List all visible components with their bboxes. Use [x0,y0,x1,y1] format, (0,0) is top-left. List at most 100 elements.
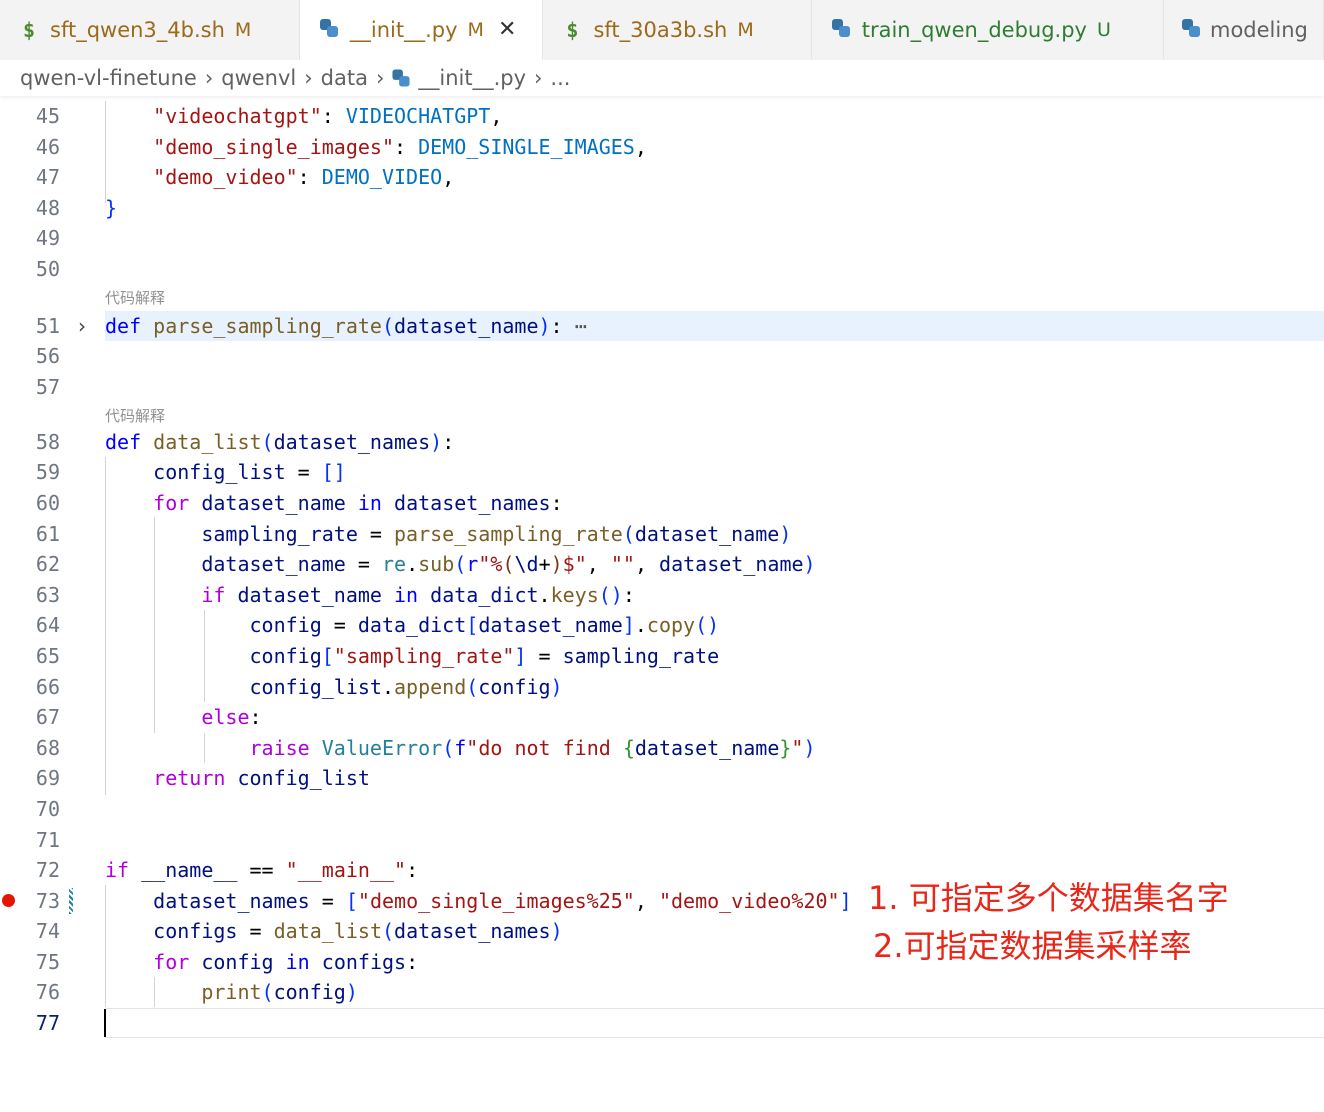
line-code: def parse_sampling_rate(dataset_name): ⋯ [105,314,587,338]
chevron-right-icon: › [534,66,543,90]
line-number: 59 [35,460,60,484]
editor-tab[interactable]: train_qwen_debug.py U [811,0,1164,60]
line-number: 65 [35,644,60,668]
line-code: sampling_rate = parse_sampling_rate(data… [201,522,792,546]
line-code: raise ValueError(f"do not find {dataset_… [249,736,816,760]
editor-tab[interactable]: $ sft_qwen3_4b.sh M [0,0,300,60]
tab-bar: $ sft_qwen3_4b.sh M __init__.py M ✕ $ sft_30a3b… [0,0,1324,61]
tab-label: train_qwen_debug.py [861,18,1087,42]
close-icon[interactable]: ✕ [498,17,516,42]
line-code: dataset_name = re.sub(r"%(\d+)$", "", da… [201,552,816,576]
line-number: 50 [35,257,60,281]
line-code: "videochatgpt": VIDEOCHATGPT, [153,104,503,128]
code-line: 47 "demo_video": DEMO_VIDEO, [0,162,1324,192]
code-line: 70 [0,794,1324,824]
current-line-highlight [105,1008,1324,1038]
breadcrumb-item[interactable]: data [321,66,368,90]
codelens-explain[interactable]: 代码解释 [105,405,165,427]
python-icon [318,18,340,42]
line-number: 74 [35,919,60,943]
code-line: 69 return config_list [0,763,1324,793]
line-number: 71 [35,828,60,852]
tab-label: __init__.py [349,17,458,42]
code-line: 63 if dataset_name in data_dict.keys(): [0,580,1324,610]
code-line: 48 } [0,193,1324,223]
line-number: 67 [35,705,60,729]
annotation-line-1: 1. 可指定多个数据集名字 [868,879,1229,917]
line-code: for dataset_name in dataset_names: [153,491,563,515]
code-line: 60 for dataset_name in dataset_names: [0,488,1324,518]
code-line: 66 config_list.append(config) [0,672,1324,702]
code-line: 50 [0,254,1324,284]
codelens-explain[interactable]: 代码解释 [105,287,165,309]
line-code: config_list.append(config) [249,675,563,699]
breadcrumb: qwen-vl-finetune › qwenvl › data › __ini… [0,60,1324,96]
line-code: configs = data_list(dataset_names) [153,919,563,943]
code-editor[interactable]: 45 "videochatgpt": VIDEOCHATGPT, 46 "dem… [0,97,1324,1112]
line-code: return config_list [153,766,370,790]
git-modified-indicator[interactable] [69,888,73,914]
code-line-current: 77 [0,1008,1324,1038]
code-line: 76 print(config) [0,977,1324,1007]
code-line: 62 dataset_name = re.sub(r"%(\d+)$", "",… [0,549,1324,579]
chevron-right-icon: › [204,66,214,90]
code-line: 71 [0,825,1324,855]
line-number: 75 [35,950,60,974]
line-number: 77 [35,1011,60,1035]
line-code: "demo_single_images": DEMO_SINGLE_IMAGES… [153,135,647,159]
breadcrumb-item[interactable]: qwen-vl-finetune [20,66,197,90]
breadcrumb-item[interactable]: __init__.py [418,66,526,90]
line-code: dataset_names = ["demo_single_images%25"… [153,889,852,913]
python-icon [830,18,852,42]
git-status-badge: M [234,19,252,41]
editor-tab[interactable]: modeling [1164,0,1324,60]
code-line: 59 config_list = [] [0,457,1324,487]
code-line: 67 else: [0,702,1324,732]
code-line: 64 config = data_dict[dataset_name].copy… [0,610,1324,640]
shell-icon: $ [22,18,36,42]
code-line: 58 def data_list(dataset_names): [0,427,1324,457]
line-number: 45 [35,104,60,128]
code-line: 45 "videochatgpt": VIDEOCHATGPT, [0,101,1324,131]
code-line: 61 sampling_rate = parse_sampling_rate(d… [0,519,1324,549]
tab-label: modeling [1210,18,1308,42]
code-line: 65 config["sampling_rate"] = sampling_ra… [0,641,1324,671]
code-line: 46 "demo_single_images": DEMO_SINGLE_IMA… [0,132,1324,162]
line-number: 61 [35,522,60,546]
line-code: if __name__ == "__main__": [105,858,419,882]
line-number: 60 [35,491,60,515]
shell-icon: $ [566,18,579,42]
line-number: 62 [35,552,60,576]
tab-label: sft_30a3b.sh [593,18,728,42]
line-code: print(config) [201,980,358,1004]
editor-tab[interactable]: __init__.py M ✕ [299,0,544,60]
chevron-right-icon[interactable]: › [78,311,86,341]
chevron-right-icon: › [375,66,385,90]
line-number: 76 [35,980,60,1004]
line-number: 58 [35,430,60,454]
line-code: config["sampling_rate"] = sampling_rate [249,644,720,668]
line-number: 51 [35,314,60,338]
git-status-badge: U [1097,19,1111,41]
line-number: 69 [35,766,60,790]
breadcrumb-item[interactable]: qwenvl [221,66,296,90]
tab-label: sft_qwen3_4b.sh [50,18,225,42]
git-status-badge: M [467,18,484,41]
line-number: 73 [35,889,60,913]
line-code: else: [201,705,262,729]
code-line: 68 raise ValueError(f"do not find {datas… [0,733,1324,763]
line-number: 56 [35,344,60,368]
line-number: 72 [35,858,60,882]
editor-tab[interactable]: $ sft_30a3b.sh M [543,0,812,60]
line-number: 48 [35,196,60,220]
line-number: 47 [35,165,60,189]
code-line: 57 [0,372,1324,402]
line-code: config_list = [] [153,460,346,484]
line-code: if dataset_name in data_dict.keys(): [201,583,635,607]
line-number: 57 [35,375,60,399]
line-code: config = data_dict[dataset_name].copy() [249,613,720,637]
line-number: 64 [35,613,60,637]
code-line: 56 [0,341,1324,371]
line-number: 46 [35,135,60,159]
breadcrumb-item[interactable]: ... [550,66,570,90]
